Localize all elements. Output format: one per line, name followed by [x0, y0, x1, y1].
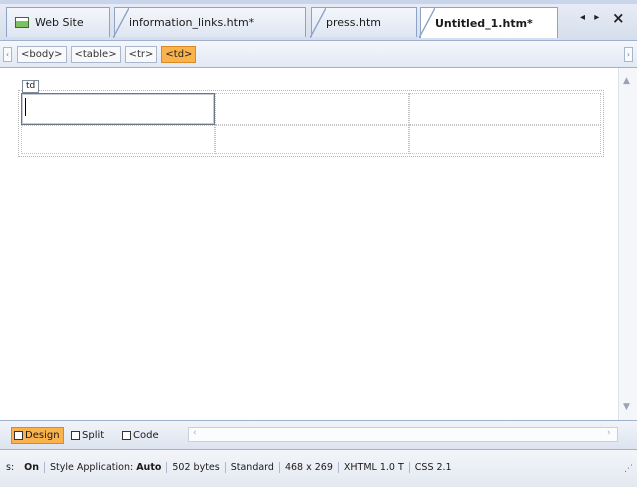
code-view-label: Code: [133, 430, 159, 441]
window-dimensions[interactable]: 468 x 269: [280, 462, 339, 473]
tag-selector-bar: ‹ <body> <table> <tr> <td> ›: [0, 40, 637, 68]
tab-edge: [310, 8, 326, 38]
design-view-button[interactable]: Design: [11, 427, 64, 444]
tag-body[interactable]: <body>: [17, 46, 67, 63]
tab-edge: [419, 8, 435, 38]
text-cursor: [25, 98, 26, 116]
style-application-status[interactable]: Style Application: Auto: [45, 462, 168, 473]
site-icon: [15, 17, 29, 28]
status-mode[interactable]: On: [19, 462, 45, 473]
style-application-value: Auto: [136, 462, 162, 473]
status-mode-value: On: [24, 462, 39, 473]
tab-label: information_links.htm*: [129, 16, 255, 29]
file-size: 502 bytes: [167, 462, 226, 473]
tab-press[interactable]: press.htm: [310, 7, 417, 38]
tab-web-site[interactable]: Web Site: [6, 7, 110, 37]
cell-tag-label: td: [22, 80, 40, 93]
tab-untitled-1[interactable]: Untitled_1.htm*: [419, 7, 558, 38]
horizontal-scrollbar[interactable]: ‹ ›: [188, 427, 618, 442]
tab-scroll-arrows-icon[interactable]: ◂ ▸: [580, 12, 602, 23]
tag-td[interactable]: <td>: [161, 46, 197, 63]
table-cell[interactable]: [215, 125, 409, 154]
doctype-version: XHTML 1.0 T: [339, 462, 410, 473]
split-view-icon: [71, 431, 80, 440]
tab-label: press.htm: [326, 16, 381, 29]
close-document-icon[interactable]: ×: [612, 9, 625, 27]
scroll-up-icon[interactable]: ▲: [623, 76, 630, 86]
table-cell[interactable]: [21, 125, 215, 154]
table-cell[interactable]: [409, 125, 601, 154]
code-view-button[interactable]: Code: [120, 427, 162, 444]
tag-list: <body> <table> <tr> <td>: [17, 46, 197, 63]
status-bar: s: On Style Application: Auto 502 bytes …: [0, 450, 637, 487]
tab-edge: [113, 8, 129, 38]
split-view-button[interactable]: Split: [69, 427, 107, 444]
vertical-scrollbar[interactable]: ▲ ▼: [618, 68, 637, 420]
status-items: s: On Style Application: Auto 502 bytes …: [6, 462, 457, 473]
style-application-label: Style Application:: [50, 462, 134, 473]
status-prefix: s:: [6, 462, 15, 473]
tag-tr[interactable]: <tr>: [124, 46, 158, 63]
table-cell[interactable]: [215, 93, 409, 125]
css-version: CSS 2.1: [414, 462, 452, 473]
design-view-icon: [14, 431, 23, 440]
tab-strip-top-border: [0, 0, 637, 4]
scroll-down-icon[interactable]: ▼: [623, 402, 630, 412]
design-view-label: Design: [25, 430, 60, 441]
table-cell-selected[interactable]: [21, 93, 215, 125]
tag-scroll-left-icon[interactable]: ‹: [3, 47, 12, 62]
tab-label: Untitled_1.htm*: [435, 16, 533, 30]
tag-table[interactable]: <table>: [70, 46, 121, 63]
scroll-left-icon[interactable]: ‹: [193, 428, 197, 438]
layout-table[interactable]: [18, 90, 604, 157]
tab-label: Web Site: [35, 16, 84, 29]
table-cell[interactable]: [409, 93, 601, 125]
code-view-icon: [122, 431, 131, 440]
tag-scroll-right-icon[interactable]: ›: [624, 47, 633, 62]
scroll-right-icon[interactable]: ›: [607, 428, 611, 438]
resize-grip-icon[interactable]: ⋰: [624, 464, 633, 474]
split-view-label: Split: [82, 430, 105, 441]
document-type: Standard: [226, 462, 280, 473]
tab-information-links[interactable]: information_links.htm*: [113, 7, 306, 38]
